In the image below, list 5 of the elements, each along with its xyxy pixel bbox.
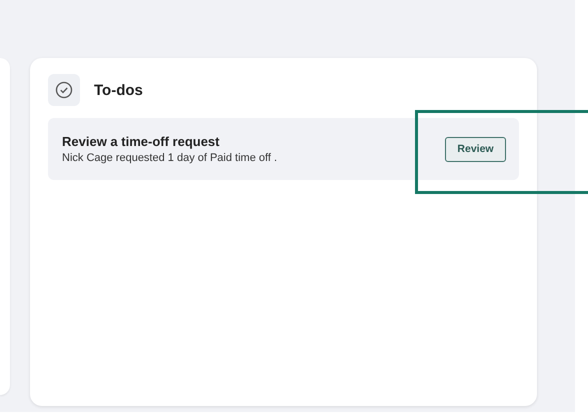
todo-title: Review a time-off request: [62, 134, 220, 149]
card-title: To-dos: [94, 82, 143, 98]
review-button[interactable]: Review: [445, 136, 506, 162]
check-icon: [48, 74, 80, 106]
todo-description: Nick Cage requested 1 day of Paid time off .: [62, 152, 278, 164]
